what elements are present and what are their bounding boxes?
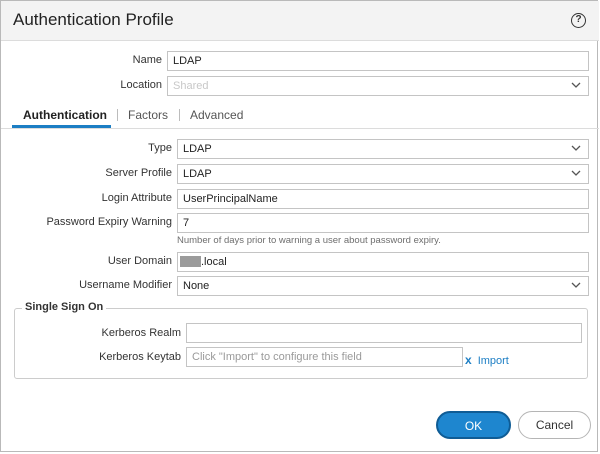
import-label: Import	[477, 355, 509, 367]
user-domain-value: .local	[201, 256, 227, 268]
tab-divider	[117, 109, 118, 121]
chevron-down-icon	[571, 281, 581, 289]
chevron-down-icon	[571, 169, 581, 177]
password-expiry-label: Password Expiry Warning	[46, 216, 172, 228]
single-sign-on-legend: Single Sign On	[22, 301, 107, 313]
active-tab-indicator	[12, 125, 111, 128]
import-link[interactable]: x Import	[465, 353, 509, 367]
tab-divider	[179, 109, 180, 121]
chevron-down-icon	[571, 144, 581, 152]
location-label: Location	[120, 79, 162, 91]
kerberos-keytab-input[interactable]: Click "Import" to configure this field	[186, 347, 463, 367]
dialog-title: Authentication Profile	[13, 10, 174, 29]
type-select[interactable]: LDAP	[177, 139, 589, 159]
user-domain-input[interactable]: .local	[177, 252, 589, 272]
server-profile-select[interactable]: LDAP	[177, 164, 589, 184]
login-attribute-input[interactable]: UserPrincipalName	[177, 189, 589, 209]
password-expiry-hint: Number of days prior to warning a user a…	[177, 235, 441, 246]
import-x-icon: x	[465, 353, 472, 367]
tab-advanced[interactable]: Advanced	[190, 108, 243, 122]
username-modifier-value: None	[183, 280, 210, 292]
user-domain-label: User Domain	[107, 255, 172, 267]
single-sign-on-group	[14, 308, 588, 379]
password-expiry-input[interactable]: 7	[177, 213, 589, 233]
server-profile-value: LDAP	[183, 168, 212, 180]
username-modifier-select[interactable]: None	[177, 276, 589, 296]
tab-factors[interactable]: Factors	[128, 108, 168, 122]
type-label: Type	[148, 142, 172, 154]
username-modifier-label: Username Modifier	[79, 279, 172, 291]
name-input[interactable]: LDAP	[167, 51, 589, 71]
redacted-block	[180, 256, 201, 267]
ok-button[interactable]: OK	[436, 411, 511, 439]
server-profile-label: Server Profile	[105, 167, 172, 179]
chevron-down-icon	[571, 81, 581, 89]
authentication-profile-dialog: Authentication Profile ? Name LDAP Locat…	[0, 0, 599, 452]
login-attribute-label: Login Attribute	[101, 192, 172, 204]
kerberos-realm-label: Kerberos Realm	[101, 327, 181, 339]
cancel-button[interactable]: Cancel	[518, 411, 591, 439]
kerberos-keytab-label: Kerberos Keytab	[99, 351, 181, 363]
dialog-titlebar: Authentication Profile ?	[1, 1, 599, 41]
location-value: Shared	[173, 80, 209, 92]
location-select: Shared	[167, 76, 589, 96]
tab-authentication[interactable]: Authentication	[23, 108, 107, 122]
help-icon[interactable]: ?	[571, 13, 586, 28]
name-label: Name	[132, 54, 162, 66]
type-value: LDAP	[183, 143, 212, 155]
kerberos-realm-input[interactable]	[186, 323, 582, 343]
